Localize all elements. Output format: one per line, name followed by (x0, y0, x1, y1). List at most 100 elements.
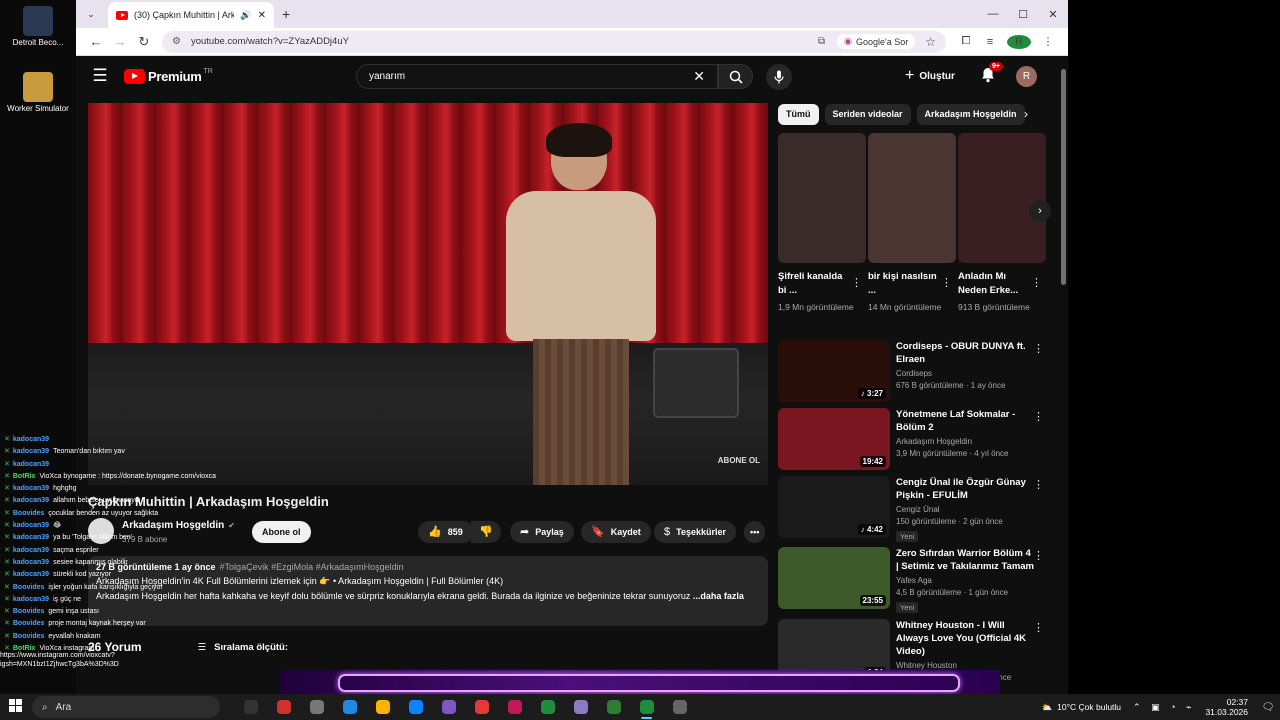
shelf-item[interactable]: Şifreli kanalda bi ... 1,9 Mn görüntüleme… (778, 133, 866, 314)
bookmark-star-icon[interactable]: ☆ (925, 35, 936, 49)
hamburger-menu-icon[interactable]: ☰ (76, 66, 124, 86)
taskbar-search[interactable]: ⌕ Ara (32, 696, 220, 718)
recommendation-title[interactable]: Yönetmene Laf Sokmalar - Bölüm 2 (896, 408, 1034, 434)
taskbar-app-0[interactable] (234, 694, 267, 720)
taskbar-app-10[interactable] (564, 694, 597, 720)
recommendation-item[interactable]: ♪ 4:42 Cengiz Ünal ile Özgür Günay Pişkin… (778, 476, 1048, 542)
clock[interactable]: 02:37 31.03.2026 (1205, 697, 1248, 717)
weather-widget[interactable]: ⛅ 10°C Çok bulutlu (1042, 702, 1121, 713)
desktop-icon-worker-simulator[interactable]: Worker Simulator (0, 72, 76, 114)
menu-kebab-icon[interactable]: ⋮ (1036, 35, 1060, 48)
shelf-item[interactable]: Anladın Mı Neden Erke... 913 B görüntülem… (958, 133, 1046, 314)
back-button[interactable]: ← (84, 34, 108, 49)
shelf-title[interactable]: bir kişi nasılsın ... (868, 270, 938, 298)
taskbar-app-12[interactable] (630, 694, 663, 720)
chip-1[interactable]: Seriden videolar (824, 103, 911, 125)
page-scrollbar[interactable] (1058, 57, 1068, 694)
taskbar-app-11[interactable] (597, 694, 630, 720)
recommendation-item[interactable]: 19:42 Yönetmene Laf Sokmalar - Bölüm 2 Ark… (778, 408, 1048, 470)
kebab-menu-icon[interactable]: ⋮ (941, 276, 952, 289)
create-button[interactable]: + Oluştur (905, 64, 955, 88)
search-input[interactable]: yanarım ✕ (356, 64, 718, 89)
clear-search-icon[interactable]: ✕ (693, 68, 705, 85)
taskbar-app-13[interactable] (663, 694, 696, 720)
tab-youtube[interactable]: (30) Çapkın Muhittin | Arkadaşım Hoşgeld… (108, 2, 274, 28)
close-tab-icon[interactable]: ✕ (258, 10, 266, 21)
site-info-icon[interactable]: ⚙ (172, 36, 181, 47)
url-text[interactable]: youtube.com/watch?v=ZYazADDj4uY (191, 36, 818, 47)
thanks-button[interactable]: $ Teşekkürler (654, 521, 736, 543)
extensions-icon[interactable]: ⧠ (954, 35, 978, 48)
taskbar-app-8[interactable] (498, 694, 531, 720)
kebab-menu-icon[interactable]: ⋮ (1033, 549, 1044, 562)
shelf-next-button[interactable]: › (1029, 200, 1051, 222)
voice-search-button[interactable] (766, 64, 792, 90)
taskbar-app-2[interactable] (300, 694, 333, 720)
reading-list-icon[interactable]: ≡ (978, 36, 1002, 48)
recommendation-title[interactable]: Zero Sıfırdan Warrior Bölüm 4 | Setimiz … (896, 547, 1034, 573)
kebab-menu-icon[interactable]: ⋮ (851, 276, 862, 289)
kebab-menu-icon[interactable]: ⋮ (1033, 478, 1044, 491)
shelf-item[interactable]: bir kişi nasılsın ... 14 Mn görüntüleme ⋮ (868, 133, 956, 314)
show-more-link[interactable]: ...daha fazla (693, 591, 744, 601)
chips-next-icon[interactable]: › (1024, 107, 1028, 121)
recommendation-item[interactable]: ♪ 3:27 Cordiseps - OBUR DUNYA ft. Elraen C… (778, 340, 1048, 402)
shelf-thumbnail[interactable] (958, 133, 1046, 263)
shelf-thumbnail[interactable] (778, 133, 866, 263)
taskbar-app-9[interactable] (531, 694, 564, 720)
kebab-menu-icon[interactable]: ⋮ (1031, 276, 1042, 289)
subscribe-watermark[interactable]: ABONE OL (718, 456, 760, 465)
speaker-icon[interactable]: 🔊 (240, 10, 251, 21)
shelf-title[interactable]: Anladın Mı Neden Erke... (958, 270, 1028, 298)
recommendation-channel[interactable]: Cengiz Ünal (896, 505, 1034, 514)
recommendation-thumbnail[interactable]: 23:55 (778, 547, 890, 609)
shelf-title[interactable]: Şifreli kanalda bi ... (778, 270, 848, 298)
scrollbar-thumb[interactable] (1061, 69, 1066, 285)
recommendation-channel[interactable]: Cordiseps (896, 369, 1034, 378)
more-actions-button[interactable]: ••• (744, 521, 766, 543)
recommendation-thumbnail[interactable]: ♪ 4:42 (778, 476, 890, 538)
kebab-menu-icon[interactable]: ⋮ (1033, 410, 1044, 423)
like-button[interactable]: 👍 859 (418, 521, 474, 543)
shelf-thumbnail[interactable] (868, 133, 956, 263)
notifications-button[interactable]: 9+ (981, 62, 1003, 88)
recommendation-channel[interactable]: Whitney Houston (896, 661, 1034, 670)
forward-button[interactable]: → (108, 34, 132, 49)
recommendation-thumbnail[interactable]: 19:42 (778, 408, 890, 470)
minimize-button[interactable]: — (978, 0, 1008, 28)
recommendation-channel[interactable]: Arkadaşım Hoşgeldin (896, 437, 1034, 446)
tab-search-button[interactable]: ⌄ (80, 4, 102, 24)
youtube-logo[interactable]: Premium TR (124, 68, 213, 84)
share-button[interactable]: ➦ Paylaş (510, 521, 574, 543)
recommendation-title[interactable]: Cordiseps - OBUR DUNYA ft. Elraen (896, 340, 1034, 366)
recommendation-title[interactable]: Cengiz Ünal ile Özgür Günay Pişkin - EFU… (896, 476, 1034, 502)
taskbar-app-3[interactable] (333, 694, 366, 720)
taskbar-app-7[interactable] (465, 694, 498, 720)
playlist-link[interactable]: • Arkadaşım Hoşgeldin | Full Bölümler (4… (333, 576, 503, 586)
cast-icon[interactable]: ⧉ (818, 36, 825, 47)
recommendation-channel[interactable]: Yafes Aga (896, 576, 1034, 585)
profile-avatar[interactable]: R (1007, 34, 1031, 49)
save-button[interactable]: 🔖 Kaydet (581, 521, 651, 543)
recommendation-thumbnail[interactable]: ♪ 3:27 (778, 340, 890, 402)
new-tab-button[interactable]: + (282, 6, 290, 22)
close-window-button[interactable]: ✕ (1038, 0, 1068, 28)
chip-0[interactable]: Tümü (778, 103, 819, 125)
omnibox[interactable]: ⚙ youtube.com/watch?v=ZYazADDj4uY ⧉ ◉ Goo… (162, 30, 946, 53)
kebab-menu-icon[interactable]: ⋮ (1033, 342, 1044, 355)
notification-center-icon[interactable]: 🗨 (1256, 702, 1280, 713)
recommendation-title[interactable]: Whitney Houston - I Will Always Love You… (896, 619, 1034, 658)
chip-2[interactable]: Arkadaşım Hoşgeldin (916, 103, 1025, 125)
reload-button[interactable]: ↻ (132, 34, 156, 50)
taskbar-app-4[interactable] (366, 694, 399, 720)
video-player[interactable]: ABONE OL (88, 103, 768, 485)
google-sor-button[interactable]: ◉ Google'a Sor (837, 34, 916, 49)
maximize-button[interactable]: ☐ (1008, 0, 1038, 28)
tray-icons[interactable]: ⌃ ▣ ◔ ⌁ (1133, 702, 1195, 713)
taskbar-app-1[interactable] (267, 694, 300, 720)
account-avatar[interactable]: R (1016, 66, 1037, 87)
taskbar-app-5[interactable] (399, 694, 432, 720)
recommendation-item[interactable]: 23:55 Zero Sıfırdan Warrior Bölüm 4 | Set… (778, 547, 1048, 613)
kebab-menu-icon[interactable]: ⋮ (1033, 621, 1044, 634)
search-button[interactable] (718, 64, 753, 89)
